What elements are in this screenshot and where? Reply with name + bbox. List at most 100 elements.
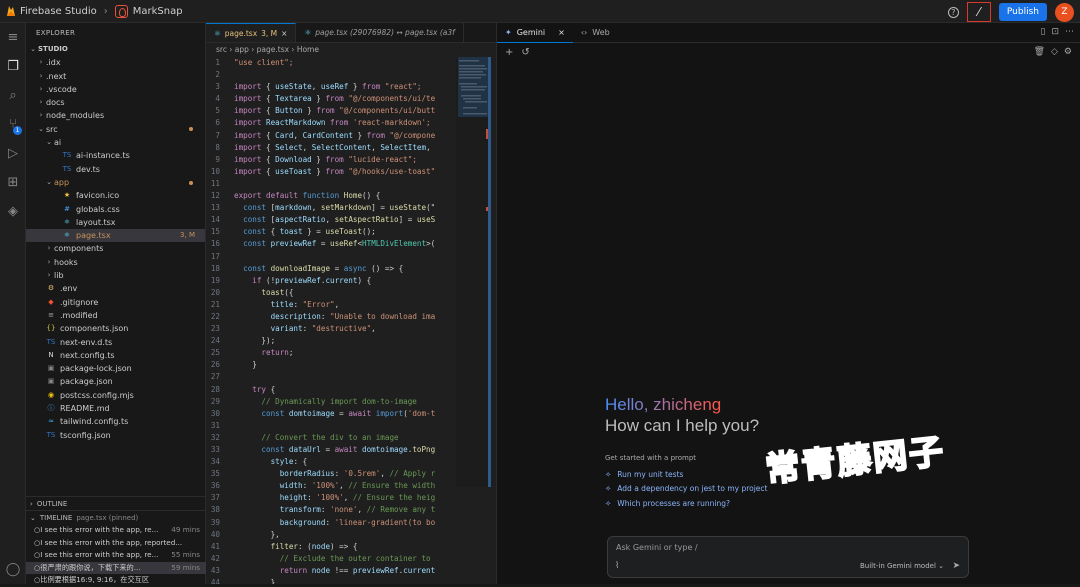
prompt-box[interactable]: Ask Gemini or type / ⌇ Built-in Gemini m… [607,536,969,578]
code-token: ] = [371,203,390,213]
firebase-flame-icon [7,6,15,16]
help-circle-icon[interactable]: ? [947,6,959,18]
json-file-icon: {} [46,324,56,333]
code-token: from [362,82,381,92]
explorer-item-app[interactable]: ⌄ app [26,176,205,189]
run-debug-icon[interactable]: ▷ [0,139,26,168]
timeline-section[interactable]: ⌄ TIMELINE page.tsx (pinned) [26,510,206,524]
explorer-item-tsconfig-json[interactable]: TS tsconfig.json [26,429,205,442]
new-chat-icon[interactable]: + [505,47,513,58]
attach-icon[interactable]: ⌇ [615,561,619,571]
explorer-item-src[interactable]: ⌄ src [26,123,205,136]
timeline-entry[interactable]: ○ I see this error with the app, re... 49… [26,524,206,537]
explorer-item-package-lock-json[interactable]: ▣ package-lock.json [26,362,205,375]
settings-icon[interactable]: ⚙ [1064,47,1072,57]
explorer-item-hooks[interactable]: › hooks [26,256,205,269]
account-icon[interactable]: ◯ [0,555,26,584]
tab-web[interactable]: ‹› Web [573,23,618,43]
code-token: 'linear-gradient(to bo [334,517,436,527]
chevron-right-icon: › [39,111,43,120]
outline-section[interactable]: › OUTLINE [26,496,206,510]
explorer-item-modified[interactable]: ≡ .modified [26,309,205,322]
timeline-entry[interactable]: ○ I see this error with the app, reporte… [26,537,206,550]
breadcrumb-item[interactable]: page.tsx [257,45,289,54]
explorer-item-next-env-d-ts[interactable]: TS next-env.d.ts [26,336,205,349]
tag-icon[interactable]: ◇ [1051,47,1058,57]
explorer-item-label: .modified [60,310,98,320]
ts-file-icon: TS [46,337,56,346]
more-icon[interactable]: ⋯ [1065,27,1074,37]
model-selector[interactable]: Built-in Gemini model ⌄ [860,562,944,570]
explorer-item-layout-tsx[interactable]: ⚛ layout.tsx [26,216,205,229]
project-name[interactable]: MarkSnap [133,6,183,17]
close-icon[interactable]: × [281,29,287,38]
explorer-item-lib[interactable]: › lib [26,269,205,282]
explorer-item-components-json[interactable]: {} components.json [26,322,205,335]
editor-tab-1[interactable]: ⚛ page.tsx (29076982) ↔ page.tsx (a3f [296,23,464,42]
split-layout-icon[interactable]: ▯ [1041,27,1046,37]
code-token: "lucide-react"; [343,154,417,164]
explorer-item-package-json[interactable]: ▣ package.json [26,375,205,388]
explorer-item-tailwind-config-ts[interactable]: ≈ tailwind.config.ts [26,415,205,428]
explorer-item-postcss-config-mjs[interactable]: ◉ postcss.config.mjs [26,389,205,402]
explorer-item-globals-css[interactable]: # globals.css [26,203,205,216]
breadcrumb-item[interactable]: src [216,45,227,54]
explorer-item-idx[interactable]: › .idx [26,56,205,69]
explorer-item-vscode[interactable]: › .vscode [26,83,205,96]
explorer-item-label: ai [54,138,62,148]
line-number: 36 [210,481,220,491]
explorer-item-next[interactable]: › .next [26,70,205,83]
txt-file-icon: ≡ [48,310,54,319]
prompt-input[interactable]: Ask Gemini or type / [616,543,698,552]
extensions-icon[interactable]: ⊞ [0,168,26,197]
search-icon[interactable]: ⌕ [0,81,26,110]
suggestion-1[interactable]: ✧ Add a dependency on jest to my project [605,484,768,493]
source-control-icon[interactable]: ⑂ 1 [0,110,26,139]
app-brand[interactable]: Firebase Studio › MarkSnap [0,4,183,18]
code-token: aspectRatio [275,215,326,225]
code-text: } [234,577,276,584]
history-icon[interactable]: ↺ [521,47,529,58]
explorer-item-ai-instance-ts[interactable]: TS ai-instance.ts [26,149,205,162]
send-icon[interactable]: ➤ [952,561,960,571]
close-icon[interactable]: × [558,28,565,37]
code-text: toast({ [234,287,293,299]
breadcrumb-item[interactable]: Home [297,45,319,54]
explorer-item-next-config-ts[interactable]: Nnext.config.ts [26,349,205,362]
explorer-item-label: .env [60,284,78,294]
tab-gemini[interactable]: ✦ Gemini × [497,23,573,43]
explorer-item-ai[interactable]: ⌄ ai [26,136,205,149]
explorer-item-gitignore[interactable]: ◆ .gitignore [26,296,205,309]
suggestion-0[interactable]: ✧ Run my unit tests [605,470,683,479]
code-token: = [334,408,349,418]
breadcrumb-item[interactable]: app [235,45,249,54]
timeline-entry[interactable]: ○ 比例要根据16:9, 9:16，在交互区 [26,574,206,587]
trash-icon[interactable]: 🗑 [1034,47,1045,57]
line-number: 17 [210,251,220,261]
minimap[interactable] [456,57,490,487]
explorer-item-node-modules[interactable]: › node_modules [26,109,205,122]
explorer-item-components[interactable]: › components [26,242,205,255]
explorer-root[interactable]: ⌄ STUDIO [26,43,205,56]
suggestion-2[interactable]: ✧ Which processes are running? [605,499,730,508]
explorer-item-env[interactable]: ⚙ .env [26,282,205,295]
code-area[interactable]: 1 "use client"; 2 3 import { useState, useRe… [206,57,456,584]
code-text: if (!previewRef.current) { [234,275,371,287]
explorer-item-page-tsx[interactable]: ⚛ page.tsx 3, M [26,229,205,243]
code-token: } [348,82,363,92]
user-avatar[interactable]: Z [1055,2,1074,22]
explorer-item-dev-ts[interactable]: TS dev.ts [26,163,205,176]
timeline-entry[interactable]: ○ I see this error with the app, re... 55… [26,549,206,562]
explorer-files-icon[interactable]: ❐ [0,52,26,81]
menu-icon[interactable]: ≡ [0,23,26,52]
editor-tab-0[interactable]: ⚛ page.tsx 3, M × [206,23,297,42]
explorer-item-readme-md[interactable]: ⓘ README.md [26,402,205,415]
publish-button[interactable]: Publish [998,3,1047,21]
editor-scrollbar[interactable] [488,57,491,487]
timeline-entry[interactable]: ○ 很严肃的跟你说，下载下来的... 59 mins [26,561,206,574]
lock-icon[interactable]: ⊡ [1051,27,1059,37]
explorer-item-favicon-ico[interactable]: ★ favicon.ico [26,189,205,202]
firebase-icon[interactable]: ◈ [0,197,26,226]
magic-wand-icon[interactable]: ⁄ [966,2,991,22]
explorer-item-docs[interactable]: › docs [26,96,205,109]
